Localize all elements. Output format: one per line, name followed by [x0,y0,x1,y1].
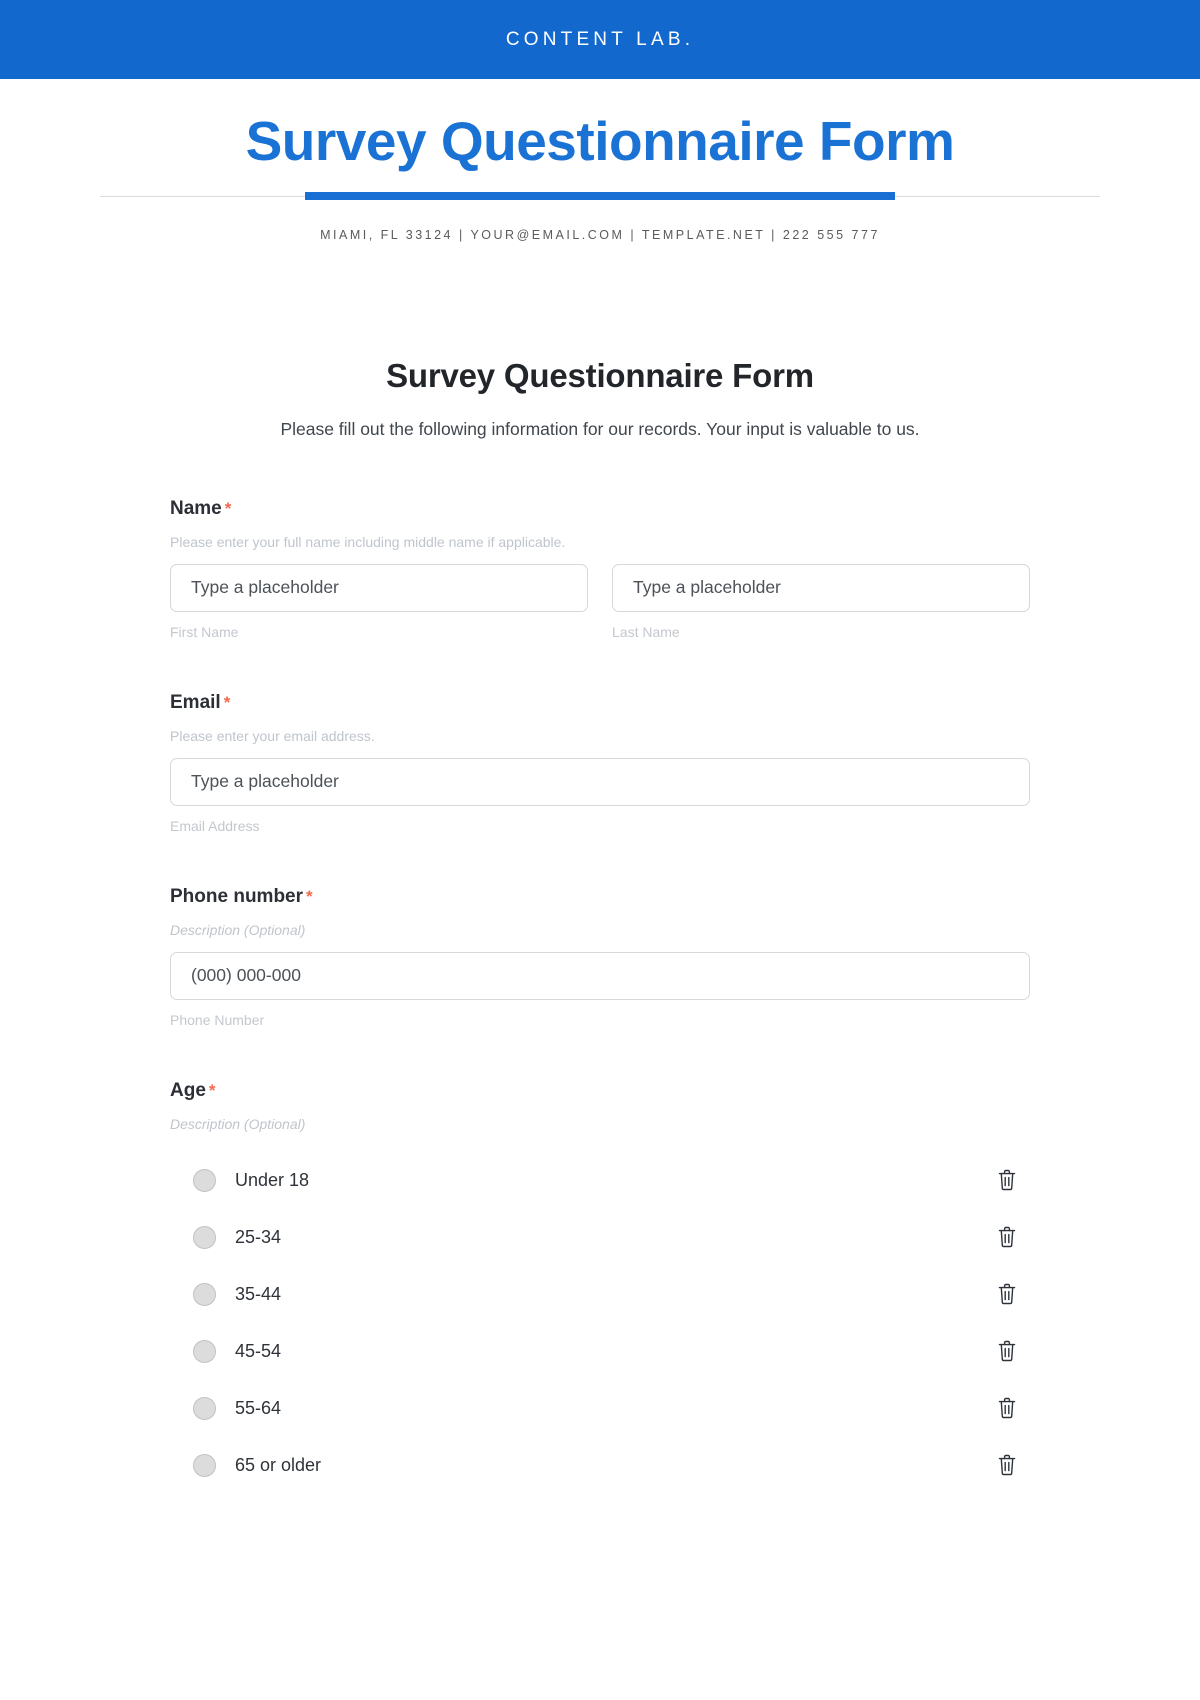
trash-icon[interactable] [994,1452,1020,1478]
required-asterisk: * [208,1080,216,1100]
phone-column: (000) 000-000 Phone Number [170,951,1030,1028]
trash-icon[interactable] [994,1167,1020,1193]
survey-form-page: CONTENT LAB. Survey Questionnaire Form M… [0,0,1200,1700]
phone-input[interactable]: (000) 000-000 [170,951,1030,1000]
last-name-column: Type a placeholder Last Name [612,563,1030,640]
trash-icon[interactable] [994,1281,1020,1307]
divider-accent-bar [305,191,895,200]
age-option-row[interactable]: 55-64 [170,1380,1030,1437]
radio-button-icon[interactable] [193,1168,216,1192]
form-subtitle: Please fill out the following informatio… [280,418,920,439]
field-name-label-text: Name [170,497,222,519]
age-option-label: 55-64 [235,1397,282,1418]
age-option-label: Under 18 [235,1169,310,1190]
first-name-input[interactable]: Type a placeholder [170,563,588,612]
last-name-caption: Last Name [612,623,680,640]
age-option-label: 25-34 [235,1226,282,1247]
radio-button-icon[interactable] [193,1225,216,1249]
field-email-label: Email * [170,692,1030,714]
email-inputs-row: Type a placeholder Email Address [170,757,1030,834]
required-asterisk: * [306,886,313,906]
trash-icon[interactable] [994,1224,1020,1250]
brand-name: CONTENT LAB. [505,28,695,50]
age-option-row[interactable]: 45-54 [170,1323,1030,1380]
age-option-label: 65 or older [235,1454,322,1475]
field-phone-label: Phone number * [170,886,1030,908]
age-option-label: 35-44 [235,1283,282,1304]
letterhead-divider [100,191,1100,201]
phone-caption: Phone Number [170,1011,265,1028]
field-phone: Phone number * Description (Optional) (00… [170,886,1030,1028]
letterhead-contact: MIAMI, FL 33124 | YOUR@EMAIL.COM | TEMPL… [320,227,880,242]
letterhead-title: Survey Questionnaire Form [245,110,955,172]
email-column: Type a placeholder Email Address [170,757,1030,834]
radio-button-icon[interactable] [193,1396,216,1420]
letterhead: Survey Questionnaire Form MIAMI, FL 3312… [0,79,1200,242]
field-name-label: Name * [170,498,1030,520]
field-phone-label-text: Phone number [170,885,304,907]
radio-button-icon[interactable] [193,1339,216,1363]
age-option-row[interactable]: 35-44 [170,1266,1030,1323]
name-inputs-row: Type a placeholder First Name Type a pla… [170,563,1030,640]
trash-icon[interactable] [994,1395,1020,1421]
brand-bar: CONTENT LAB. [0,0,1200,79]
field-name-help: Please enter your full name including mi… [170,533,566,550]
field-age-help: Description (Optional) [170,1115,306,1132]
trash-icon[interactable] [994,1338,1020,1364]
age-option-row[interactable]: 65 or older [170,1437,1030,1494]
form-container: Survey Questionnaire Form Please fill ou… [170,242,1030,1494]
required-asterisk: * [224,498,232,518]
radio-button-icon[interactable] [193,1282,216,1306]
required-asterisk: * [223,692,231,712]
field-email-help: Please enter your email address. [170,727,375,744]
field-email-label-text: Email [170,691,221,713]
field-phone-help: Description (Optional) [170,921,306,938]
age-option-row[interactable]: Under 18 [170,1152,1030,1209]
field-name: Name * Please enter your full name includ… [170,498,1030,640]
field-age: Age * Description (Optional) Under 18 25-… [170,1080,1030,1494]
form-title: Survey Questionnaire Form [386,356,814,394]
first-name-column: Type a placeholder First Name [170,563,588,640]
age-option-row[interactable]: 25-34 [170,1209,1030,1266]
phone-inputs-row: (000) 000-000 Phone Number [170,951,1030,1028]
radio-button-icon[interactable] [193,1453,216,1477]
email-input[interactable]: Type a placeholder [170,757,1030,806]
last-name-input[interactable]: Type a placeholder [612,563,1030,612]
age-option-label: 45-54 [235,1340,282,1361]
email-caption: Email Address [170,817,260,834]
field-age-label: Age * [170,1080,1030,1102]
field-email: Email * Please enter your email address. … [170,692,1030,834]
age-options-list: Under 18 25-34 35-44 45-54 55-64 65 or o… [170,1152,1030,1494]
field-age-label-text: Age [170,1079,206,1101]
first-name-caption: First Name [170,623,239,640]
